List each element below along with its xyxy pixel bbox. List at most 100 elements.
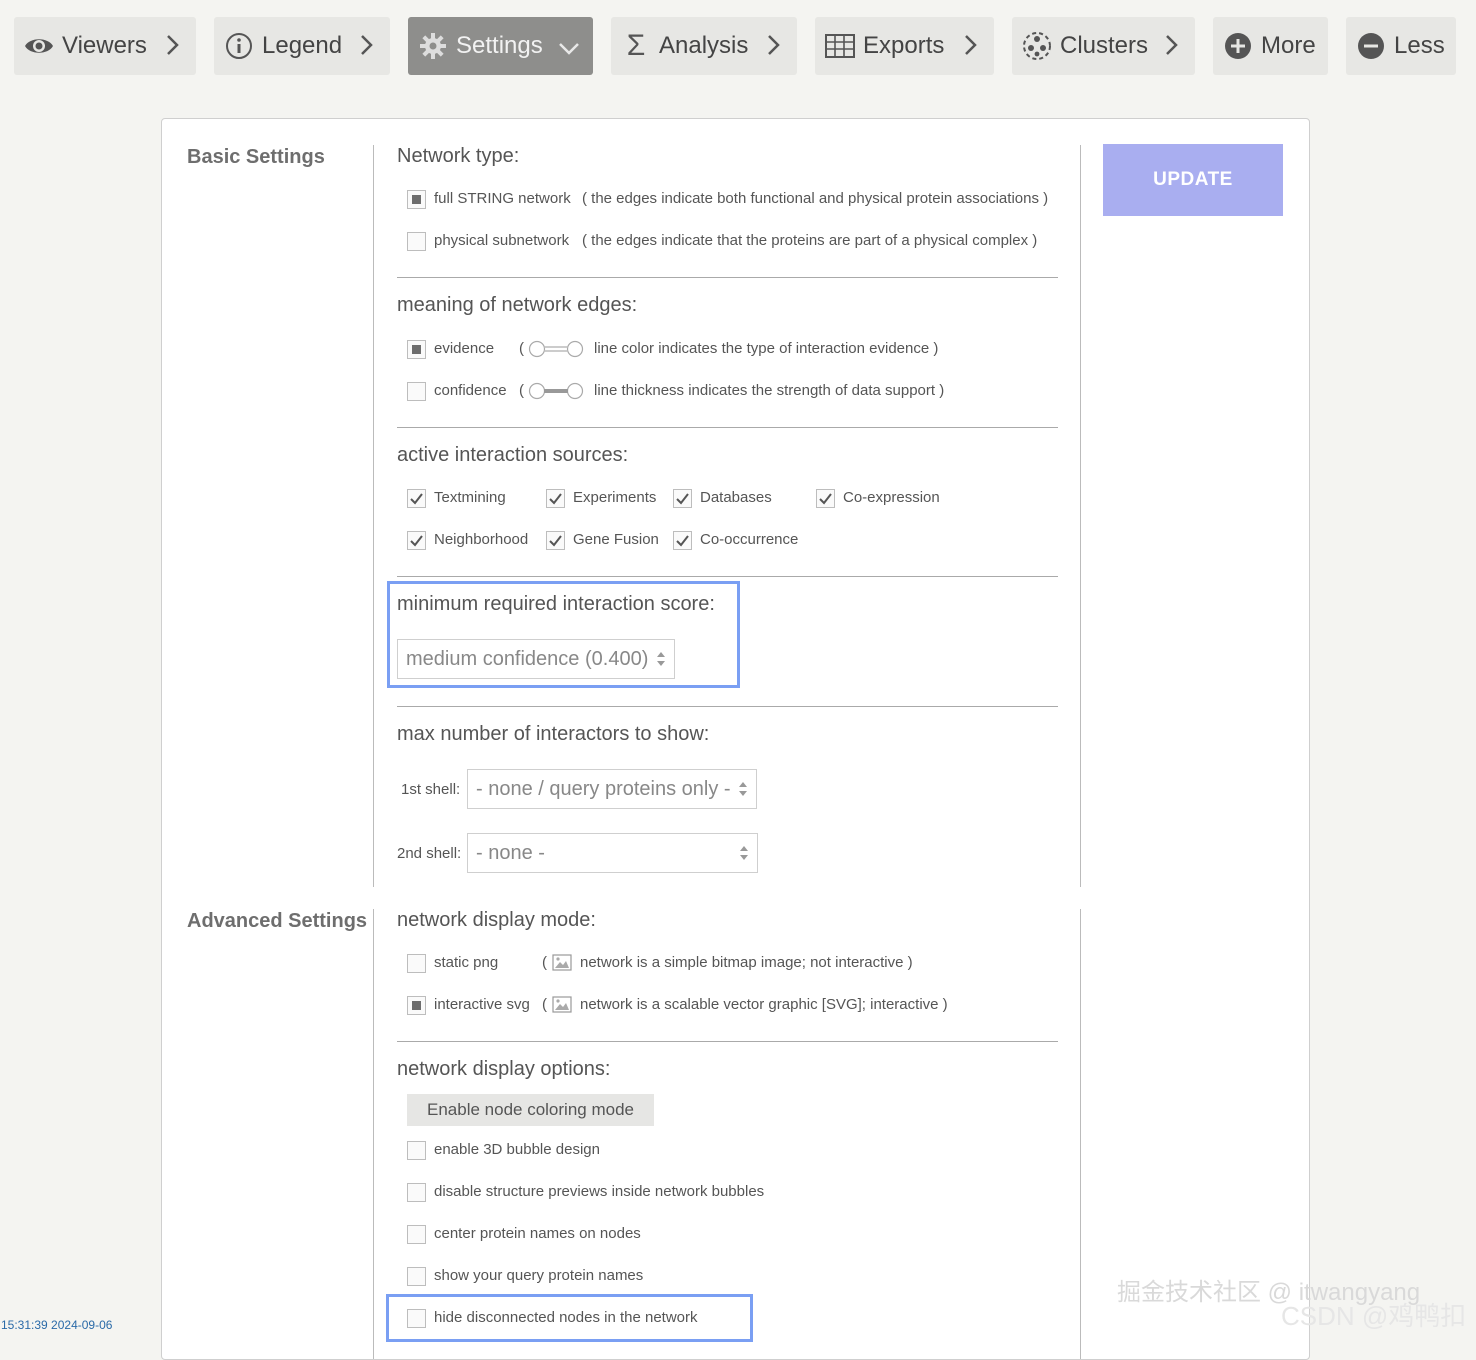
network-type-heading: Network type: [397, 145, 520, 167]
first-shell-label: 1st shell: [401, 781, 461, 798]
evidence-line-icon [528, 340, 584, 358]
select-arrows-icon [740, 846, 748, 860]
experiments-checkbox[interactable] [546, 489, 565, 508]
tab-legend-label: Legend [262, 32, 343, 59]
second-shell-label: 2nd shell: [397, 845, 462, 862]
tab-clusters[interactable]: Clusters [1012, 17, 1195, 75]
divider [397, 1041, 1058, 1042]
second-shell-select[interactable]: - none - [467, 833, 758, 873]
databases-checkbox[interactable] [673, 489, 692, 508]
chevron-right-icon [1166, 35, 1178, 55]
interactive-svg-desc: network is a scalable vector graphic [SV… [580, 996, 948, 1013]
full-network-desc: ( the edges indicate both functional and… [582, 190, 1049, 207]
static-png-radio[interactable] [407, 954, 426, 973]
chevron-down-icon [559, 43, 579, 55]
interactive-svg-paren: ( [542, 996, 547, 1013]
update-button[interactable]: UPDATE [1103, 144, 1283, 216]
divider [397, 427, 1058, 428]
full-network-radio[interactable] [407, 190, 426, 209]
edges-heading: meaning of network edges: [397, 294, 638, 316]
divider [397, 277, 1058, 278]
tab-settings[interactable]: Settings [408, 17, 593, 75]
clusters-icon [1022, 31, 1052, 61]
watermark: CSDN @鸡鸭扣 [1281, 1301, 1467, 1331]
less-button[interactable]: Less [1346, 17, 1456, 75]
more-button[interactable]: More [1213, 17, 1328, 75]
chevron-right-icon [167, 35, 179, 55]
display-mode-heading: network display mode: [397, 909, 596, 931]
tab-analysis[interactable]: Σ Analysis [611, 17, 797, 75]
neighborhood-checkbox[interactable] [407, 531, 426, 550]
option-label: center protein names on nodes [434, 1225, 641, 1242]
confidence-line-icon [528, 382, 584, 400]
physical-subnetwork-label: physical subnetwork [434, 232, 570, 249]
gear-icon [418, 31, 448, 61]
confidence-paren: ( [519, 382, 524, 399]
table-icon [825, 31, 855, 61]
tab-legend[interactable]: Legend [214, 17, 390, 75]
sources-heading: active interaction sources: [397, 444, 629, 466]
gene-fusion-checkbox[interactable] [546, 531, 565, 550]
source-label: Databases [700, 489, 772, 506]
divider [397, 576, 1058, 577]
second-shell-value: - none - [476, 841, 545, 864]
chevron-right-icon [965, 35, 977, 55]
evidence-paren: ( [519, 340, 524, 357]
disable-previews-checkbox[interactable] [407, 1183, 426, 1202]
image-icon [552, 954, 572, 971]
source-label: Co-expression [843, 489, 940, 506]
static-png-desc: network is a simple bitmap image; not in… [580, 954, 913, 971]
display-options-heading: network display options: [397, 1058, 611, 1080]
settings-panel: Basic Settings UPDATE Network type: full… [161, 118, 1310, 1360]
select-arrows-icon [739, 782, 747, 796]
interactors-heading: max number of interactors to show: [397, 723, 710, 745]
evidence-desc: line color indicates the type of interac… [594, 340, 939, 357]
source-label: Experiments [573, 489, 657, 506]
divider [1080, 145, 1081, 887]
timestamp: 15:31:39 2024-09-06 [1, 1318, 113, 1332]
source-label: Textmining [434, 489, 506, 506]
static-png-label: static png [434, 954, 499, 971]
node-coloring-button[interactable]: Enable node coloring mode [407, 1094, 654, 1126]
info-icon [224, 31, 254, 61]
interactive-svg-radio[interactable] [407, 996, 426, 1015]
basic-settings-title: Basic Settings [187, 146, 325, 168]
tab-settings-label: Settings [456, 32, 543, 59]
divider [373, 145, 374, 887]
confidence-radio[interactable] [407, 382, 426, 401]
center-names-checkbox[interactable] [407, 1225, 426, 1244]
tab-exports-label: Exports [863, 32, 945, 59]
advanced-settings-title: Advanced Settings [187, 910, 368, 932]
physical-subnetwork-radio[interactable] [407, 232, 426, 251]
first-shell-value: - none / query proteins only - [476, 777, 731, 800]
static-png-paren: ( [542, 954, 547, 971]
show-query-names-checkbox[interactable] [407, 1267, 426, 1286]
confidence-label: confidence [434, 382, 507, 399]
divider [397, 706, 1058, 707]
textmining-checkbox[interactable] [407, 489, 426, 508]
confidence-desc: line thickness indicates the strength of… [594, 382, 945, 399]
tab-clusters-label: Clusters [1060, 32, 1149, 59]
source-label: Co-occurrence [700, 531, 799, 548]
interactive-svg-label: interactive svg [434, 996, 530, 1013]
more-label: More [1261, 32, 1316, 59]
first-shell-select[interactable]: - none / query proteins only - [467, 769, 757, 809]
source-label: Neighborhood [434, 531, 529, 548]
tab-viewers-label: Viewers [62, 32, 147, 59]
tab-viewers[interactable]: Viewers [14, 17, 196, 75]
hide-disconnected-checkbox[interactable] [407, 1309, 426, 1328]
cooccurrence-checkbox[interactable] [673, 531, 692, 550]
sigma-icon: Σ [626, 29, 646, 62]
coexpression-checkbox[interactable] [816, 489, 835, 508]
image-icon [552, 996, 572, 1013]
divider [373, 909, 374, 1359]
score-select[interactable]: medium confidence (0.400) [397, 639, 675, 679]
tab-analysis-label: Analysis [659, 32, 749, 59]
physical-subnetwork-desc: ( the edges indicate that the proteins a… [582, 232, 1038, 249]
eye-icon [24, 31, 54, 61]
bubble-3d-checkbox[interactable] [407, 1141, 426, 1160]
tab-exports[interactable]: Exports [815, 17, 994, 75]
score-select-value: medium confidence (0.400) [406, 647, 649, 670]
less-label: Less [1394, 32, 1445, 59]
evidence-radio[interactable] [407, 340, 426, 359]
